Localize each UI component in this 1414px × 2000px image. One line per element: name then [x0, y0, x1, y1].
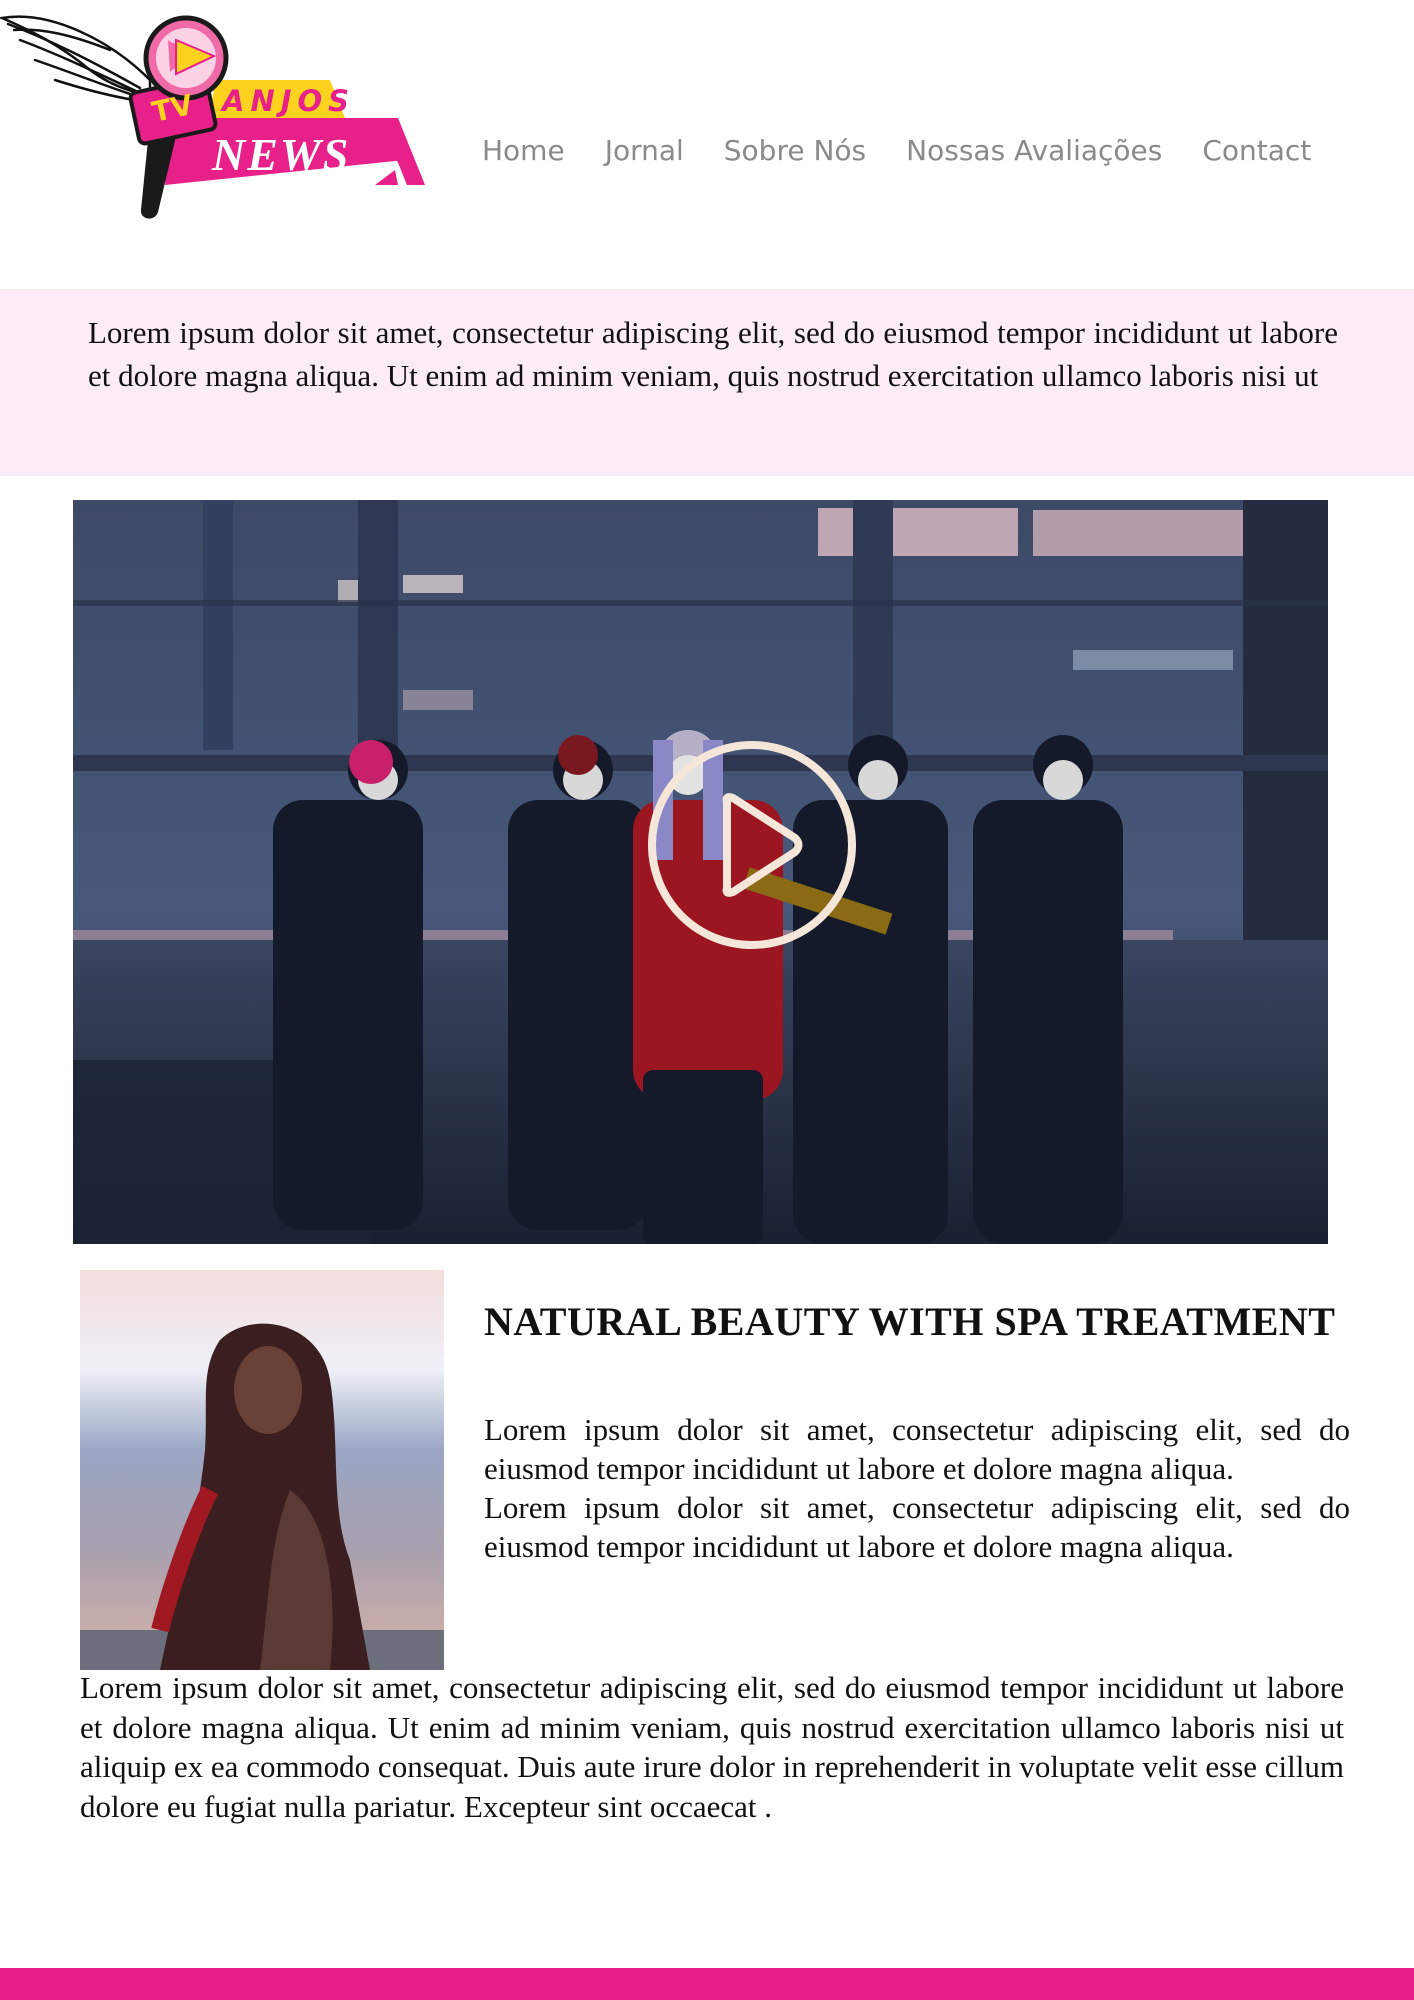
logo-graphic — [0, 15, 425, 219]
video-player[interactable] — [73, 500, 1328, 1244]
article-side-text: Lorem ipsum dolor sit amet, consectetur … — [484, 1410, 1350, 1566]
logo-anjos-text: ANJOS — [222, 84, 356, 118]
intro-banner: Lorem ipsum dolor sit amet, consectetur … — [0, 289, 1414, 476]
nav-item-home[interactable]: Home — [482, 134, 565, 167]
intro-text: Lorem ipsum dolor sit amet, consectetur … — [88, 315, 1338, 393]
site-logo[interactable]: TV ANJOS NEWS — [0, 0, 440, 225]
article-image — [80, 1270, 444, 1670]
article-title: NATURAL BEAUTY WITH SPA TREATMENT — [484, 1299, 1336, 1344]
logo-news-text: NEWS — [212, 129, 351, 180]
footer-bar — [0, 1968, 1414, 2000]
nav-item-sobre-nos[interactable]: Sobre Nós — [724, 134, 866, 167]
play-button[interactable] — [647, 740, 857, 950]
article-paragraph: Lorem ipsum dolor sit amet, consectetur … — [484, 1412, 1350, 1486]
article-body: Lorem ipsum dolor sit amet, consectetur … — [80, 1670, 1344, 1824]
play-circle-icon — [648, 741, 856, 949]
nav-item-contact[interactable]: Contact — [1202, 134, 1311, 167]
wing-icon — [0, 15, 152, 102]
main-navigation: Home Jornal Sobre Nós Nossas Avaliações … — [482, 134, 1311, 167]
article-paragraph: Lorem ipsum dolor sit amet, consectetur … — [484, 1490, 1350, 1564]
nav-item-jornal[interactable]: Jornal — [605, 134, 684, 167]
nav-item-nossas-avaliacoes[interactable]: Nossas Avaliações — [906, 134, 1162, 167]
